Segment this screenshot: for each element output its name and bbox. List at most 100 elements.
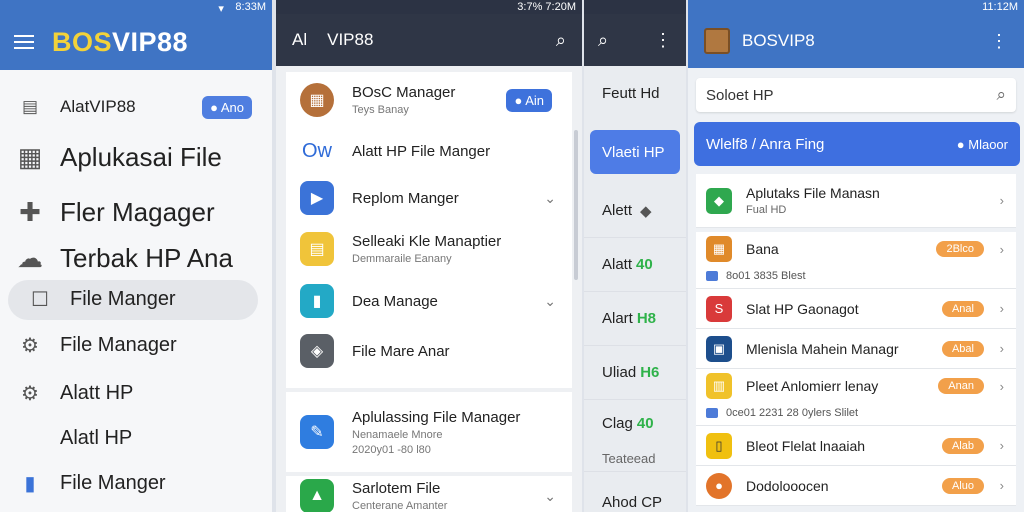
list-item-title: Bana: [746, 241, 779, 257]
bookmark-icon: ▮: [300, 284, 334, 318]
menu-icon[interactable]: [14, 35, 34, 49]
list-item-meta: 8o01 3835 Blest: [696, 266, 1016, 289]
list-item[interactable]: ◆ Aplutaks File Manasn Fual HD ›: [696, 174, 1016, 228]
briefcase-icon: ▤: [21, 97, 39, 116]
list-item-label: Uliad: [602, 364, 637, 381]
side-list-panel: ⌕ ⋮ Feutt Hd Vlaeti HP Alett ◆ Alatt 40 Al…: [584, 0, 686, 512]
kebab-menu-icon[interactable]: ⋮: [990, 31, 1008, 52]
drawer-list: ▤ AlatVIP88 ● Ano ▦ Aplukasai File ✚ Fle…: [0, 70, 272, 508]
list-item[interactable]: ▥ Pleet Anlomierr lenay Anan ›: [696, 369, 1016, 403]
chevron-right-icon[interactable]: ›: [1000, 242, 1004, 257]
drawer-item[interactable]: ☁ Terbak HP Ana: [0, 238, 272, 278]
status-time: 11:12M: [982, 1, 1018, 13]
status-badge: Anan: [938, 378, 984, 394]
list-item-label: Alett: [602, 202, 633, 219]
scrollbar[interactable]: [574, 130, 578, 280]
search-icon[interactable]: ⌕: [996, 85, 1006, 105]
drawer-item[interactable]: ▮ File Manger: [0, 458, 272, 508]
drawer-item-label: Alatt HP: [60, 381, 134, 404]
chip-button[interactable]: ● Ain: [506, 88, 552, 112]
chevron-right-icon[interactable]: ›: [1000, 379, 1004, 394]
drawer-item-selected[interactable]: ☐ File Manger: [8, 280, 258, 320]
screenshot-collage: ▾ 8:33M BOSVIP88 ▤ AlatVIP88 ● Ano ▦ Apl…: [0, 0, 1024, 512]
list-card: ▲ Sarlotem File Centerane Amanter ⌄: [286, 476, 572, 512]
chevron-right-icon[interactable]: ›: [1000, 478, 1004, 493]
text-icon: Ow: [302, 139, 332, 162]
chevron-right-icon[interactable]: ›: [1000, 438, 1004, 453]
status-badge: Aluo: [941, 477, 984, 494]
list-item-subtitle: Centerane Amanter: [352, 500, 448, 512]
list-item-label: Feutt Hd: [602, 84, 660, 102]
list-item[interactable]: ● Dodolooocen Aluo ›: [696, 466, 1016, 506]
list-item[interactable]: ✎ Aplulassing File Manager Nenamaele Mnor…: [286, 392, 572, 472]
drawer-item-label: AlatVIP88: [60, 97, 136, 116]
meta-text: 0ce01 2231 28 0ylers Slilet: [726, 407, 859, 419]
list-item[interactable]: ▦ BOsC Manager Teys Banay ● Ain: [286, 72, 572, 128]
list-item-label: Vlaeti HP: [602, 143, 665, 161]
drawer-item[interactable]: ▦ Aplukasai File: [0, 128, 272, 186]
list-item-selected[interactable]: Vlaeti HP: [590, 130, 680, 174]
app-bar: BOSVIP88: [0, 14, 272, 70]
chevron-right-icon[interactable]: ›: [1000, 341, 1004, 356]
list-item-date: 2020y01 -80 l80: [352, 443, 431, 456]
list-item[interactable]: Clag 40: [584, 400, 686, 446]
drawer-item[interactable]: ▤ AlatVIP88 ● Ano: [0, 86, 272, 128]
clipboard-icon: ▦: [17, 141, 43, 172]
drawer-panel: ▾ 8:33M BOSVIP88 ▤ AlatVIP88 ● Ano ▦ Apl…: [0, 0, 272, 512]
banner-action[interactable]: ● Mlaoor: [957, 137, 1008, 152]
list-item-subtitle: Teys Banay: [352, 104, 409, 116]
badge-icon: [706, 408, 718, 418]
banner-button[interactable]: Wlelf8 / Anra Fing ● Mlaoor: [694, 122, 1020, 166]
list-item[interactable]: ▤ Selleaki Kle Manaptier Demmaraile Eanan…: [286, 222, 572, 276]
drawer-item-label: Fler Magager: [60, 196, 215, 227]
status-time: 3:7% 7:20M: [517, 1, 576, 13]
list-item[interactable]: Alart H8: [584, 292, 686, 346]
chevron-right-icon[interactable]: ›: [1000, 193, 1004, 208]
drawer-item[interactable]: Alatl HP: [0, 418, 272, 458]
chevron-down-icon[interactable]: ⌄: [544, 190, 556, 207]
search-input[interactable]: Soloet HP ⌕: [696, 78, 1016, 112]
list-item[interactable]: S Slat HP Gaonagot Anal ›: [696, 289, 1016, 329]
shield-icon: ◈: [300, 334, 334, 368]
list-item-label: Alatt: [602, 256, 633, 273]
badge-icon: [706, 271, 718, 281]
list-item[interactable]: Alatt 40: [584, 238, 686, 292]
list-item-title: BOsC Manager: [352, 84, 456, 101]
list-item[interactable]: Alett ◆: [584, 184, 686, 238]
drawer-item[interactable]: ✚ Fler Magager: [0, 186, 272, 238]
list-item[interactable]: ▮ Dea Manage ⌄: [286, 276, 572, 326]
list-item-title: Selleaki Kle Manaptier: [352, 233, 502, 250]
chevron-down-icon[interactable]: ⌄: [544, 488, 556, 505]
list-item[interactable]: ▦ Bana 2Blco ›: [696, 232, 1016, 266]
list-item-meta: 0ce01 2231 28 0ylers Slilet: [696, 403, 1016, 426]
kebab-menu-icon[interactable]: ⋮: [654, 30, 672, 51]
window-icon: ▣: [706, 335, 732, 362]
chevron-right-icon[interactable]: ›: [1000, 301, 1004, 316]
list-item[interactable]: ▲ Sarlotem File Centerane Amanter ⌄: [286, 476, 572, 512]
status-bar: [584, 0, 686, 14]
drawer-item[interactable]: ⚙ File Manager: [0, 322, 272, 368]
list-item-title: Dea Manage: [352, 292, 438, 310]
app-bar: ⌕ ⋮: [584, 14, 686, 66]
list-item[interactable]: Uliad H6: [584, 346, 686, 400]
play-icon: ▶: [300, 181, 334, 215]
square-icon: ☐: [31, 289, 49, 311]
list-item[interactable]: Ahod CP: [584, 472, 686, 512]
list-item[interactable]: ◈ File Mare Anar: [286, 326, 572, 376]
user-chip[interactable]: ● Ano: [202, 95, 252, 119]
list-item[interactable]: Feutt Hd: [584, 66, 686, 120]
list-item[interactable]: Teateead: [584, 446, 686, 472]
list-item[interactable]: Ow Alatt HP File Manger: [286, 128, 572, 174]
banner-label: Wlelf8 / Anra Fing: [706, 135, 825, 153]
list-item[interactable]: ▣ Mlenisla Mahein Managr Abal ›: [696, 329, 1016, 369]
list-item[interactable]: ▶ Replom Manger ⌄: [286, 174, 572, 222]
chevron-down-icon[interactable]: ⌄: [544, 293, 556, 310]
drawer-item-label: Aplukasai File: [60, 141, 222, 172]
drawer-item[interactable]: ⚙ Alatt HP: [0, 368, 272, 418]
search-icon[interactable]: ⌕: [556, 30, 566, 51]
list-item[interactable]: ▯ Bleot Flelat lnaaiah Alab ›: [696, 426, 1016, 466]
search-icon[interactable]: ⌕: [598, 30, 608, 51]
drawer-item-label: File Manger: [70, 288, 176, 310]
app-bar: BOSVIP8 ⋮: [688, 14, 1024, 68]
list-item-subtitle: Fual HD: [746, 204, 787, 216]
